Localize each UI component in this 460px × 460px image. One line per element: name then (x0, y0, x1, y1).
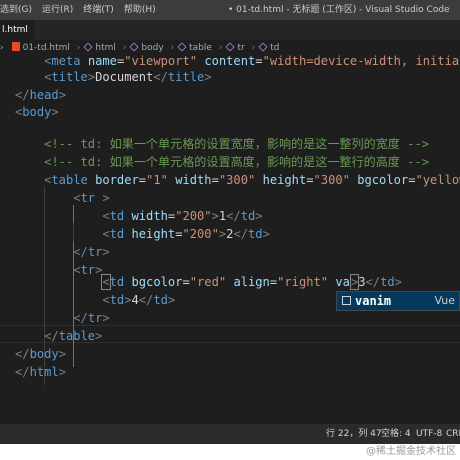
html5-file-icon (11, 42, 20, 51)
code-line-comment-width: <!-- td: 如果一个单元格的设置宽度，影响的是这一整列的宽度 --> (15, 137, 430, 151)
code-line-tr-close-2: </tr> (73, 311, 110, 325)
status-cursor-position[interactable]: 行 22，列 47 (326, 424, 382, 444)
code-line-title: <title>Document</title> (44, 70, 212, 84)
code-line-comment-height: <!-- td: 如果一个单元格的设置高度，影响的是这一整行的高度 --> (15, 155, 430, 169)
status-encoding[interactable]: UTF-8 (416, 424, 442, 444)
code-line-body-close: </body> (15, 347, 66, 361)
code-line-td-3-current[interactable]: <td bgcolor="red" align="right" va>3</td… (15, 273, 402, 291)
code-line-table-open: <table border="1" width="300" height="30… (44, 173, 460, 187)
menu-run[interactable]: 运行(R) (42, 5, 73, 15)
tab-label: l.html (2, 25, 28, 35)
code-line-td-1: <td width="200">1</td> (102, 209, 263, 223)
status-bar: 行 22，列 47 空格: 4 UTF-8 CRLF (0, 424, 460, 444)
code-line-body-open: <body> (15, 105, 59, 119)
element-icon (258, 41, 268, 52)
code-line-head-close: </head> (15, 88, 66, 102)
element-icon (225, 41, 235, 52)
tab-active-file[interactable]: l.html (0, 20, 34, 40)
code-line-td-4: <td>4</td> (102, 293, 176, 307)
element-icon (129, 41, 139, 52)
window-title: • 01-td.html - 无标题 (工作区) - Visual Studio… (228, 5, 450, 15)
autocomplete-popup: vanim Vue (336, 291, 460, 311)
code-editor[interactable]: <meta name="viewport" content="width=dev… (0, 52, 460, 424)
suggestion-item-vanim[interactable]: vanim Vue (337, 292, 459, 310)
watermark: @稀土掘金技术社区 (0, 444, 460, 460)
suggestion-detail: Vue (434, 294, 455, 307)
code-line-td-2: <td height="200">2</td> (102, 227, 270, 241)
code-line-html-close: </html> (15, 365, 66, 379)
menu-help[interactable]: 帮助(H) (124, 5, 156, 15)
code-line-tr-open-1: <tr > (73, 191, 110, 205)
status-indentation[interactable]: 空格: 4 (381, 424, 411, 444)
element-icon (83, 41, 93, 52)
element-icon (177, 41, 187, 52)
code-line-tr-close-1: </tr> (73, 245, 110, 259)
status-eol[interactable]: CRLF (446, 424, 460, 444)
menu-selection[interactable]: 选到(G) (0, 5, 32, 15)
suggestion-label: vanim (355, 294, 392, 308)
snippet-icon (342, 296, 351, 305)
watermark-text: @稀土掘金技术社区 (366, 446, 456, 457)
tab-bar: l.html (0, 20, 460, 40)
menu-bar: 选到(G) 运行(R) 终端(T) 帮助(H) (0, 0, 166, 20)
menu-terminal[interactable]: 终端(T) (83, 5, 114, 15)
code-line-table-close: </table> (44, 329, 103, 343)
title-bar: 选到(G) 运行(R) 终端(T) 帮助(H) • 01-td.html - 无标题 … (0, 0, 460, 20)
